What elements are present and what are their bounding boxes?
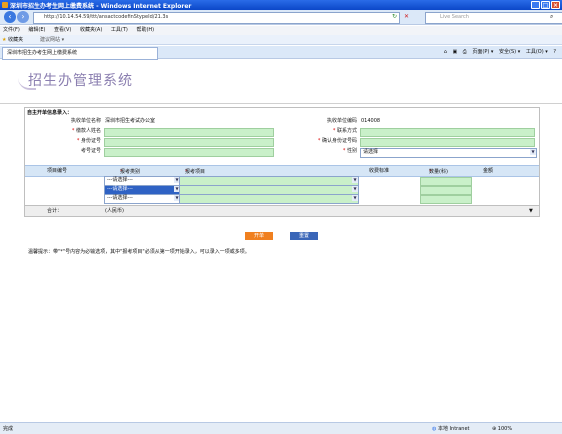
menu-help[interactable]: 帮助(H) <box>136 26 154 35</box>
form-row-exam: 考号证号 * 性别 请选择 ▼ <box>25 147 539 158</box>
exam-no-label: 考号证号 <box>80 148 101 154</box>
project-select[interactable]: ▼ <box>179 194 359 204</box>
refresh-icon[interactable]: ↻ <box>392 13 397 20</box>
confirm-id-field[interactable] <box>360 138 535 147</box>
zoom-indicator[interactable]: ⊕ 100% <box>492 425 512 433</box>
table-row: ---请选择--- ▼ ▼ <box>25 185 539 195</box>
chevron-down-icon: ▼ <box>529 208 533 214</box>
gender-select-value: 请选择 <box>363 149 379 155</box>
reset-button[interactable]: 重置 <box>290 232 318 240</box>
id-field[interactable] <box>104 138 274 147</box>
table-row: ---请选择--- ▼ ▼ <box>25 176 539 186</box>
command-bar: ⌂ ▣ ⎙ 页面(P) ▾ 安全(S) ▾ 工具(O) ▾ ? <box>440 48 556 57</box>
home-icon[interactable]: ⌂ <box>444 49 447 55</box>
search-icon[interactable]: ⌕ <box>550 13 553 21</box>
form-row-payer: * 缴款人姓名 * 联系方式 <box>25 127 539 137</box>
feeds-icon[interactable]: ▣ <box>452 49 457 55</box>
form-row-unit: 执收单位名称 深圳市招生考试办公室 执收单位编码 014008 <box>25 117 539 126</box>
chevron-down-icon: ▼ <box>530 149 536 155</box>
form-title: 自主开单信息录入： <box>27 110 73 116</box>
menu-bar: 文件(F) 编辑(E) 查看(V) 收藏夹(A) 工具(T) 帮助(H) <box>0 26 562 35</box>
globe-icon: ◍ <box>432 426 437 432</box>
payer-name-field[interactable] <box>104 128 274 137</box>
form-panel: 自主开单信息录入： 执收单位名称 深圳市招生考试办公室 执收单位编码 01400… <box>24 107 540 217</box>
divider <box>0 103 562 104</box>
zoom-icon: ⊕ <box>492 426 497 432</box>
safety-menu[interactable]: 安全(S) ▾ <box>499 49 520 55</box>
id-label: * 身份证号 <box>76 138 101 144</box>
window-titlebar: 深圳市招生办考生网上缴费系统 - Windows Internet Explor… <box>0 0 562 10</box>
form-row-id: * 身份证号 * 确认身份证号码 <box>25 137 539 147</box>
favorites-label: 收藏夹 <box>8 37 24 43</box>
back-icon[interactable]: ‹ <box>4 11 16 23</box>
category-select[interactable]: ---请选择--- ▼ <box>104 194 181 204</box>
unit-code-label: 执收单位编码 <box>326 118 357 124</box>
contact-field[interactable] <box>360 128 535 137</box>
minimize-button[interactable]: _ <box>531 1 540 9</box>
zone-indicator: ◍ 本地 Intranet <box>432 425 470 433</box>
page-menu[interactable]: 页面(P) ▾ <box>472 49 493 55</box>
forward-icon[interactable]: › <box>17 11 29 23</box>
zone-label: 本地 Intranet <box>437 426 470 432</box>
menu-favorites[interactable]: 收藏夹(A) <box>80 26 102 35</box>
logo-swoosh <box>18 78 36 90</box>
chevron-down-icon: ▼ <box>352 195 358 201</box>
close-button[interactable]: × <box>551 1 560 9</box>
site-logo: 招生办管理系统 <box>18 70 133 90</box>
tab-row: 深圳市招生办考生网上缴费系统 ⌂ ▣ ⎙ 页面(P) ▾ 安全(S) ▾ 工具(… <box>0 46 562 60</box>
payer-label: * 缴款人姓名 <box>71 128 101 134</box>
star-icon: ★ <box>2 37 7 43</box>
status-bar: 完成 ◍ 本地 Intranet ⊕ 100% <box>0 422 562 434</box>
col-fee: 收费标准 <box>369 168 390 174</box>
submit-button[interactable]: 开单 <box>245 232 273 240</box>
print-icon[interactable]: ⎙ <box>463 49 467 55</box>
logo-text: 招生办管理系统 <box>28 73 133 89</box>
window-title: 深圳市招生办考生网上缴费系统 - Windows Internet Explor… <box>10 3 192 10</box>
unit-name-label: 执收单位名称 <box>70 118 101 124</box>
col-item-no: 项目编号 <box>47 168 68 174</box>
suggested-sites[interactable]: 建议网站 ▾ <box>40 36 64 44</box>
gender-label: * 性别 <box>342 148 357 154</box>
total-label: 合计： <box>47 208 63 214</box>
search-input[interactable]: Live Search <box>425 12 562 24</box>
unit-name-value: 深圳市招生考试办公室 <box>105 118 156 124</box>
contact-label: * 联系方式 <box>332 128 357 134</box>
total-row: 合计： (人民币) ▼ <box>25 205 539 216</box>
quantity-field[interactable] <box>420 195 472 204</box>
chevron-down-icon: ▼ <box>352 186 358 192</box>
tab-current[interactable]: 深圳市招生办考生网上缴费系统 <box>2 47 158 60</box>
tools-menu[interactable]: 工具(O) ▾ <box>526 49 548 55</box>
favorites-button[interactable]: ★ 收藏夹 <box>2 36 23 44</box>
menu-file[interactable]: 文件(F) <box>3 26 20 35</box>
table-row: ---请选择--- ▼ ▼ <box>25 194 539 204</box>
stop-icon[interactable]: ✕ <box>404 13 409 20</box>
exam-no-field[interactable] <box>104 148 274 157</box>
notice-text: 温馨提示：带"*"号内容为必输选项，其中"报考项目"必须从第一项开始录入，可以录… <box>28 249 250 255</box>
col-amount: 金额 <box>483 168 494 174</box>
favorites-bar: ★ 收藏夹 建议网站 ▾ <box>0 35 562 45</box>
menu-view[interactable]: 查看(V) <box>54 26 71 35</box>
status-text: 完成 <box>3 426 14 432</box>
page-content: 招生办管理系统 自主开单信息录入： 执收单位名称 深圳市招生考试办公室 执收单位… <box>0 60 562 422</box>
gender-select[interactable]: 请选择 ▼ <box>360 148 537 158</box>
total-value: (人民币) <box>105 208 124 214</box>
confirm-id-label: * 确认身份证号码 <box>317 138 357 144</box>
help-icon[interactable]: ? <box>553 49 556 55</box>
menu-tools[interactable]: 工具(T) <box>111 26 128 35</box>
menu-edit[interactable]: 编辑(E) <box>28 26 45 35</box>
unit-code-value: 014008 <box>361 118 381 124</box>
maximize-button[interactable]: □ <box>541 1 550 9</box>
chevron-down-icon: ▼ <box>352 177 358 183</box>
address-row: ‹ › http://10.14.54.59/ttt/ansactcodefin… <box>0 10 562 25</box>
zoom-value: 100% <box>497 426 513 432</box>
address-input[interactable]: http://10.14.54.59/ttt/ansactcodefinStyp… <box>33 12 400 24</box>
ie-icon <box>2 2 8 8</box>
